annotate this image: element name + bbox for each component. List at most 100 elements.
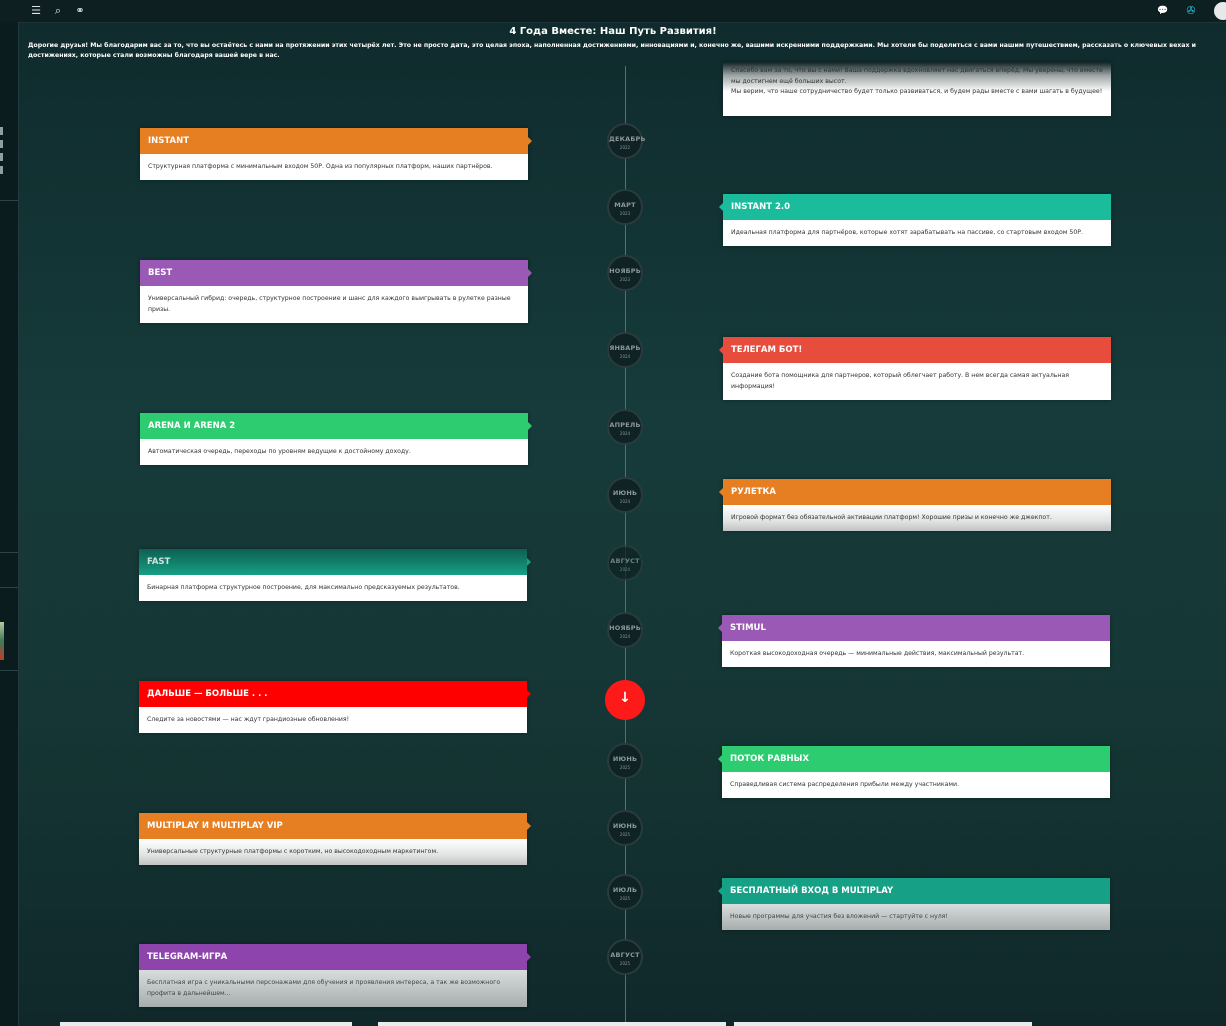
timeline-card-best: BEST Универсальный гибрид: очередь, стру… [140, 260, 532, 323]
card-pointer [719, 346, 723, 354]
card-text: Новые программы для участия без вложений… [722, 904, 1110, 930]
timeline-node: ИЮЛЬ 2025 [607, 874, 643, 910]
timeline-card-free-entry: БЕСПЛАТНЫЙ ВХОД В MULTIPLAY Новые програ… [718, 878, 1110, 930]
pin-icon[interactable]: ✇ [1183, 3, 1199, 19]
card-pointer [718, 624, 722, 632]
bottom-stub [60, 1022, 352, 1026]
avatar[interactable] [1214, 2, 1226, 20]
card-title: ARENA И ARENA 2 [148, 421, 236, 431]
timeline-card-roulette: РУЛЕТКА Игровой формат без обязательной … [719, 479, 1111, 531]
node-year: 2025 [619, 832, 631, 837]
card-text: Справедливая система распределения прибы… [730, 781, 960, 788]
node-month: МАРТ [614, 201, 636, 209]
card-title: ПОТОК РАВНЫХ [730, 754, 810, 764]
card-text: Спасибо вам за то, что вы с нами! Ваша п… [731, 67, 1103, 85]
card-text: Структурная платформа с минимальным вход… [148, 163, 493, 170]
link-icon[interactable]: ⚭ [72, 3, 88, 19]
timeline-node-next[interactable]: ↓ [605, 680, 645, 720]
node-month: АВГУСТ [610, 951, 640, 959]
node-month: ИЮЛЬ [612, 886, 638, 894]
card-text: Автоматическая очередь, переходы по уров… [148, 448, 411, 455]
timeline-card-instant: INSTANT Структурная платформа с минималь… [140, 128, 532, 180]
node-year: 2025 [619, 961, 631, 966]
card-header: ТЕЛЕГАМ БОТ! [719, 337, 1111, 363]
arrow-down-icon: ↓ [619, 690, 631, 706]
node-year: 2024 [619, 354, 631, 359]
node-year: 2022 [619, 145, 631, 150]
sidebar-marker [0, 140, 3, 148]
card-pointer [527, 822, 531, 830]
card-title: INSTANT 2.0 [731, 202, 791, 212]
timeline-node: АПРЕЛЬ 2024 [607, 409, 643, 445]
node-month: НОЯБРЬ [609, 267, 641, 275]
card-title: БЕСПЛАТНЫЙ ВХОД В MULTIPLAY [730, 886, 894, 896]
card-title: STIMUL [730, 623, 766, 633]
card-text: Мы верим, что наше сотрудничество будет … [731, 88, 1103, 95]
node-month: ЯНВАРЬ [609, 344, 641, 352]
timeline-card-arena: ARENA И ARENA 2 Автоматическая очередь, … [140, 413, 532, 465]
card-title: INSTANT [148, 136, 190, 146]
timeline-node: ДЕКАБРЬ 2022 [607, 123, 646, 159]
card-header: БЕСПЛАТНЫЙ ВХОД В MULTIPLAY [718, 878, 1110, 904]
timeline-node: МАРТ 2023 [607, 189, 643, 225]
node-month: НОЯБРЬ [609, 624, 641, 632]
timeline-card-equal-flow: ПОТОК РАВНЫХ Справедливая система распре… [718, 746, 1110, 798]
card-pointer [527, 953, 531, 961]
chat-icon[interactable]: 💬 [1155, 3, 1171, 19]
timeline-node: НОЯБРЬ 2023 [607, 255, 643, 291]
card-text: Короткая высокодоходная очередь — минима… [730, 650, 1025, 657]
sidebar-thumbnail[interactable] [0, 622, 4, 660]
node-month: ИЮНЬ [612, 755, 638, 763]
card-header: ПОТОК РАВНЫХ [718, 746, 1110, 772]
card-pointer [719, 203, 723, 211]
timeline-node: ИЮНЬ 2025 [607, 810, 643, 846]
timeline-card-telegram-bot: ТЕЛЕГАМ БОТ! Создание бота помощника для… [719, 337, 1111, 400]
card-pointer [528, 137, 532, 145]
card-title: TELEGRAM-ИГРА [147, 952, 228, 962]
card-header: ДАЛЬШЕ — БОЛЬШЕ . . . [139, 681, 531, 707]
timeline-node: НОЯБРЬ 2024 [607, 612, 643, 648]
timeline-node: АВГУСТ 2024 [607, 545, 643, 581]
timeline-card-more: ДАЛЬШЕ — БОЛЬШЕ . . . Следите за новостя… [139, 681, 531, 733]
card-pointer [718, 755, 722, 763]
card-text: Универсальные структурные платформы с ко… [139, 839, 527, 865]
sidebar-divider [0, 587, 18, 588]
timeline-card-instant-2: INSTANT 2.0 Идеальная платформа для парт… [719, 194, 1111, 246]
search-icon[interactable]: ⌕ [50, 3, 66, 19]
node-month: ДЕКАБРЬ [609, 135, 646, 143]
node-month: АВГУСТ [610, 557, 640, 565]
timeline-node: ИЮНЬ 2025 [607, 743, 643, 779]
card-title: ТЕЛЕГАМ БОТ! [731, 345, 803, 355]
intro-text: Дорогие друзья! Мы благодарим вас за то,… [28, 42, 1196, 59]
sidebar-divider [0, 552, 18, 553]
card-header: FAST [139, 549, 531, 575]
card-header: РУЛЕТКА [719, 479, 1111, 505]
menu-icon[interactable]: ☰ [28, 3, 44, 19]
bottom-stub [378, 1022, 726, 1026]
sidebar-marker [0, 153, 3, 161]
card-header: STIMUL [718, 615, 1110, 641]
card-header: ARENA И ARENA 2 [140, 413, 532, 439]
card-pointer [527, 690, 531, 698]
timeline-node: АВГУСТ 2025 [607, 939, 643, 975]
node-year: 2023 [619, 211, 631, 216]
card-pointer [528, 422, 532, 430]
node-year: 2025 [619, 896, 631, 901]
sidebar-divider [0, 670, 18, 671]
card-text: Следите за новостями — нас ждут грандиоз… [147, 716, 350, 723]
card-pointer [528, 269, 532, 277]
bottom-stub [734, 1022, 1032, 1026]
card-header: TELEGRAM-ИГРА [139, 944, 531, 970]
sidebar-marker [0, 166, 3, 174]
card-title: BEST [148, 268, 173, 278]
card-title: РУЛЕТКА [731, 487, 776, 497]
top-bar: ☰ ⌕ ⚭ 💬 ✇ [0, 0, 1226, 23]
page-title: 4 Года Вместе: Наш Путь Развития! [509, 26, 717, 37]
card-title: MULTIPLAY И MULTIPLAY VIP [147, 821, 283, 831]
card-pointer [719, 488, 723, 496]
timeline-card-telegram-game: TELEGRAM-ИГРА Бесплатная игра с уникальн… [139, 944, 531, 1007]
sidebar-marker [0, 127, 3, 135]
timeline-node: ИЮНЬ 2024 [607, 477, 643, 513]
card-text: Создание бота помощника для партнеров, к… [731, 372, 1069, 390]
timeline-card-stimul: STIMUL Короткая высокодоходная очередь —… [718, 615, 1110, 667]
